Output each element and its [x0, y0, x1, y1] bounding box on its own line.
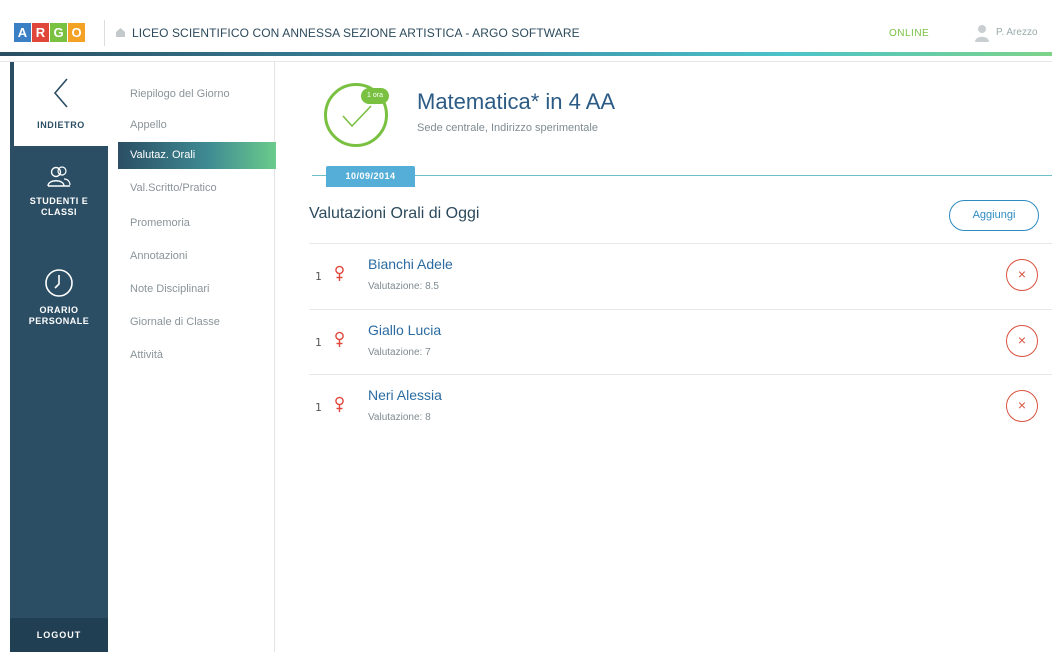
user-name[interactable]: P. Arezzo	[996, 27, 1038, 38]
sidebar-item-orario-personale[interactable]: ORARIO PERSONALE	[10, 267, 108, 327]
list-item: 1 Neri Alessia Valutazione: 8 ×	[309, 375, 1052, 440]
logo-letter-a: A	[14, 23, 31, 42]
submenu-item-annotazioni[interactable]: Annotazioni	[130, 250, 188, 262]
main-sidebar: INDIETRO STUDENTI E CLASSI ORARIO PERSON…	[10, 62, 108, 652]
date-tab[interactable]: 10/09/2014	[326, 166, 415, 187]
submenu-item-note-disciplinari[interactable]: Note Disciplinari	[130, 283, 209, 295]
app-header: A R G O LICEO SCIENTIFICO CON ANNESSA SE…	[0, 0, 1052, 62]
header-divider	[104, 20, 105, 46]
student-name[interactable]: Bianchi Adele	[368, 256, 453, 272]
sidebar-item-studenti-classi[interactable]: STUDENTI E CLASSI	[10, 164, 108, 218]
back-label: INDIETRO	[37, 120, 85, 130]
check-icon	[342, 105, 372, 128]
submenu-item-giornale[interactable]: Giornale di Classe	[130, 316, 220, 328]
sidebar-item-label: PERSONALE	[28, 316, 90, 326]
users-icon	[47, 166, 71, 187]
close-icon: ×	[1017, 266, 1027, 282]
main-content: 1 ora Matematica* in 4 AA Sede centrale,…	[276, 62, 1052, 652]
student-name[interactable]: Neri Alessia	[368, 387, 442, 403]
close-icon: ×	[1017, 332, 1027, 348]
student-name[interactable]: Giallo Lucia	[368, 322, 441, 338]
logo-letter-g: G	[50, 23, 67, 42]
female-icon	[335, 331, 344, 347]
row-number: 1	[315, 270, 322, 283]
sidebar-item-label: STUDENTI E	[29, 196, 89, 206]
chevron-left-icon	[53, 78, 68, 108]
submenu: Riepilogo del Giorno Appello Valutaz. Or…	[108, 62, 283, 652]
close-icon: ×	[1017, 397, 1027, 413]
student-grade: Valutazione: 8	[368, 412, 431, 423]
clock-icon	[45, 269, 73, 297]
sidebar-item-label: ORARIO	[39, 305, 79, 315]
submenu-item-appello[interactable]: Appello	[130, 119, 167, 131]
add-button[interactable]: Aggiungi	[949, 200, 1039, 231]
back-button[interactable]: INDIETRO	[10, 62, 108, 146]
remove-button[interactable]: ×	[1006, 325, 1038, 357]
page-title: Matematica* in 4 AA	[417, 89, 616, 114]
date-divider	[312, 175, 1052, 176]
header-accent-bar	[0, 52, 1052, 56]
user-icon[interactable]	[974, 24, 990, 42]
logout-button[interactable]: LOGOUT	[10, 618, 108, 652]
student-grade: Valutazione: 8.5	[368, 281, 439, 292]
row-number: 1	[315, 336, 322, 349]
submenu-item-riepilogo[interactable]: Riepilogo del Giorno	[130, 88, 230, 100]
row-number: 1	[315, 401, 322, 414]
sidebar-item-label: CLASSI	[40, 207, 77, 217]
submenu-item-val-scritto[interactable]: Val.Scritto/Pratico	[130, 182, 217, 194]
submenu-item-attivita[interactable]: Attività	[130, 349, 163, 361]
list-item: 1 Bianchi Adele Valutazione: 8.5 ×	[309, 244, 1052, 309]
logo-letter-o: O	[68, 23, 85, 42]
submenu-item-promemoria[interactable]: Promemoria	[130, 217, 190, 229]
connection-status: ONLINE	[889, 28, 930, 39]
argo-logo: A R G O	[14, 23, 85, 42]
submenu-item-valutaz-orali[interactable]: Valutaz. Orali	[130, 149, 195, 161]
page-subtitle: Sede centrale, Indirizzo sperimentale	[417, 122, 598, 134]
section-title: Valutazioni Orali di Oggi	[309, 205, 480, 222]
student-grade: Valutazione: 7	[368, 347, 431, 358]
school-title: LICEO SCIENTIFICO CON ANNESSA SEZIONE AR…	[132, 26, 580, 40]
female-icon	[335, 265, 344, 281]
remove-button[interactable]: ×	[1006, 390, 1038, 422]
logo-letter-r: R	[32, 23, 49, 42]
hours-badge: 1 ora	[361, 88, 389, 104]
home-icon[interactable]	[115, 27, 126, 38]
female-icon	[335, 396, 344, 412]
list-item: 1 Giallo Lucia Valutazione: 7 ×	[309, 310, 1052, 375]
remove-button[interactable]: ×	[1006, 259, 1038, 291]
